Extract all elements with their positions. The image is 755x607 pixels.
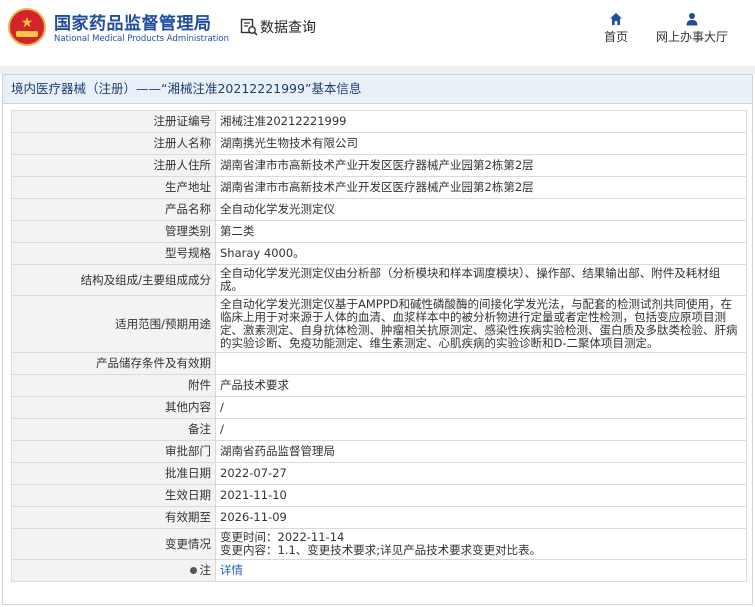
site-subtitle: National Medical Products Administration (54, 34, 229, 44)
table-row: 注册证编号 湘械注准20212221999 (11, 110, 747, 133)
field-label: 注册证编号 (11, 110, 216, 133)
table-row: 管理类别 第二类 (11, 220, 747, 243)
field-value: 全自动化学发光测定仪基于AMPPD和碱性磷酸酶的间接化学发光法，与配套的检测试剂… (215, 295, 747, 353)
user-icon (686, 13, 698, 26)
table-row: 注册人住所 湖南省津市市高新技术产业开发区医疗器械产业园第2栋第2层 (11, 154, 747, 177)
table-row: 型号规格 Sharay 4000。 (11, 242, 747, 265)
field-label: 变更情况 (11, 528, 216, 560)
table-row: 备注 / (11, 418, 747, 441)
field-label: 注 (11, 559, 216, 582)
note-label: 注 (199, 563, 212, 577)
table-row: 注 详情 (11, 559, 747, 582)
details-link[interactable]: 详情 (220, 563, 243, 577)
field-value: 湘械注准20212221999 (215, 110, 747, 133)
field-value: 详情 (215, 559, 747, 582)
field-value: 湖南省津市市高新技术产业开发区医疗器械产业园第2栋第2层 (215, 176, 747, 199)
table-row: 结构及组成/主要组成成分 全自动化学发光测定仪由分析部（分析模块和样本调度模块）、… (11, 264, 747, 296)
nav-home-link[interactable]: 首页 (600, 12, 632, 45)
site-header: ★ 国家药品监督管理局 National Medical Products Ad… (0, 0, 755, 66)
field-value: 第二类 (215, 220, 747, 243)
field-value: 产品技术要求 (215, 374, 747, 397)
field-label: 有效期至 (11, 506, 216, 529)
field-value: 湖南携光生物技术有限公司 (215, 132, 747, 155)
field-value: 2021-11-10 (215, 484, 747, 507)
table-row: 产品名称 全自动化学发光测定仪 (11, 198, 747, 221)
field-value: 湖南省药品监督管理局 (215, 440, 747, 463)
field-value: 2026-11-09 (215, 506, 747, 529)
field-value (215, 352, 747, 375)
field-label: 注册人名称 (11, 132, 216, 155)
field-value: 2022-07-27 (215, 462, 747, 485)
field-label: 生效日期 (11, 484, 216, 507)
table-row: 有效期至 2026-11-09 (11, 506, 747, 529)
data-query-title: 数据查询 (260, 20, 316, 36)
detail-panel: 境内医疗器械（注册）——“湘械注准20212221999”基本信息 注册证编号湘… (2, 74, 753, 605)
nav-service-hall-link[interactable]: 网上办事大厅 (652, 12, 732, 45)
field-label: 注册人住所 (11, 154, 216, 177)
info-table: 注册证编号 湘械注准20212221999 注册人名称 湖南携光生物技术有限公司 注册人… (11, 110, 747, 582)
field-label: 型号规格 (11, 242, 216, 265)
data-query-icon (240, 18, 258, 36)
table-row: 注册人名称 湖南携光生物技术有限公司 (11, 132, 747, 155)
table-row: 审批部门 湖南省药品监督管理局 (11, 440, 747, 463)
bullet-icon (189, 567, 197, 574)
field-label: 生产地址 (11, 176, 216, 199)
field-value: 变更时间：2022-11-14 变更内容：1.1、变更技术要求;详见产品技术要求… (215, 528, 747, 560)
field-value: / (215, 418, 747, 441)
field-value: 全自动化学发光测定仪由分析部（分析模块和样本调度模块）、操作部、结果输出部、附件… (215, 264, 747, 296)
table-row: 变更情况 变更时间：2022-11-14 变更内容：1.1、变更技术要求;详见产… (11, 528, 747, 560)
field-label: 批准日期 (11, 462, 216, 485)
table-row: 其他内容 / (11, 396, 747, 419)
field-label: 结构及组成/主要组成成分 (11, 264, 216, 296)
field-label: 备注 (11, 418, 216, 441)
table-row: 适用范围/预期用途 全自动化学发光测定仪基于AMPPD和碱性磷酸酶的间接化学发光法… (11, 295, 747, 353)
table-row: 生效日期 2021-11-10 (11, 484, 747, 507)
field-label: 适用范围/预期用途 (11, 295, 216, 353)
header-separator (0, 66, 755, 74)
site-title: 国家药品监督管理局 (54, 14, 212, 34)
field-label: 产品储存条件及有效期 (11, 352, 216, 375)
field-label: 产品名称 (11, 198, 216, 221)
field-value: 全自动化学发光测定仪 (215, 198, 747, 221)
field-value: / (215, 396, 747, 419)
home-icon (610, 13, 622, 25)
field-value: 湖南省津市市高新技术产业开发区医疗器械产业园第2栋第2层 (215, 154, 747, 177)
panel-title: 境内医疗器械（注册）——“湘械注准20212221999”基本信息 (3, 75, 752, 104)
table-row: 生产地址 湖南省津市市高新技术产业开发区医疗器械产业园第2栋第2层 (11, 176, 747, 199)
change-content: 变更内容：1.1、变更技术要求;详见产品技术要求变更对比表。 (220, 543, 542, 557)
field-label: 管理类别 (11, 220, 216, 243)
table-row: 产品储存条件及有效期 (11, 352, 747, 375)
table-row: 附件 产品技术要求 (11, 374, 747, 397)
nav-service-hall-label: 网上办事大厅 (655, 30, 728, 44)
field-label: 审批部门 (11, 440, 216, 463)
nav-home-label: 首页 (603, 30, 628, 44)
field-label: 附件 (11, 374, 216, 397)
field-value: Sharay 4000。 (215, 242, 747, 265)
field-label: 其他内容 (11, 396, 216, 419)
emblem-logo: ★ (8, 8, 46, 46)
table-row: 批准日期 2022-07-27 (11, 462, 747, 485)
